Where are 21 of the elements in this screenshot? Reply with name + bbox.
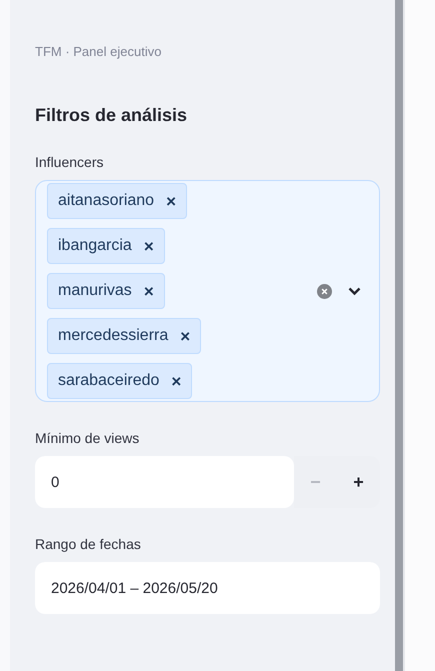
chevron-down-icon[interactable]: [348, 286, 361, 296]
tag-remove-button[interactable]: ×: [144, 282, 154, 300]
tag-remove-button[interactable]: ×: [180, 328, 190, 344]
clear-icon[interactable]: [317, 284, 332, 298]
number-input[interactable]: 0: [35, 456, 294, 508]
sidebar-resize-handle[interactable]: [395, 0, 403, 671]
date-range-input[interactable]: 2026/04/01 – 2026/05/20: [35, 562, 380, 614]
sidebar-caption: TFM · Panel ejecutivo: [35, 44, 162, 59]
influencer-multiselect[interactable]: aitanasoriano × ibangarcia × manurivas × mercedessierra × sarabaceiredo ×: [35, 180, 380, 402]
tag-remove-button[interactable]: ×: [166, 192, 176, 210]
tag-remove-button[interactable]: ×: [171, 372, 182, 390]
tag-label: aitanasoriano: [58, 192, 154, 210]
field-label: Influencers: [35, 154, 104, 170]
tag-remove-button[interactable]: ×: [144, 238, 154, 254]
tag-label: ibangarcia: [58, 237, 132, 255]
tag-label: sarabaceiredo: [58, 372, 160, 390]
tag-label: mercedessierra: [58, 327, 168, 345]
tag-label: manurivas: [58, 282, 132, 300]
sidebar-heading: Filtros de análisis: [35, 105, 188, 126]
field-label: Rango de fechas: [35, 536, 142, 552]
field-label: Mínimo de views: [35, 430, 140, 446]
